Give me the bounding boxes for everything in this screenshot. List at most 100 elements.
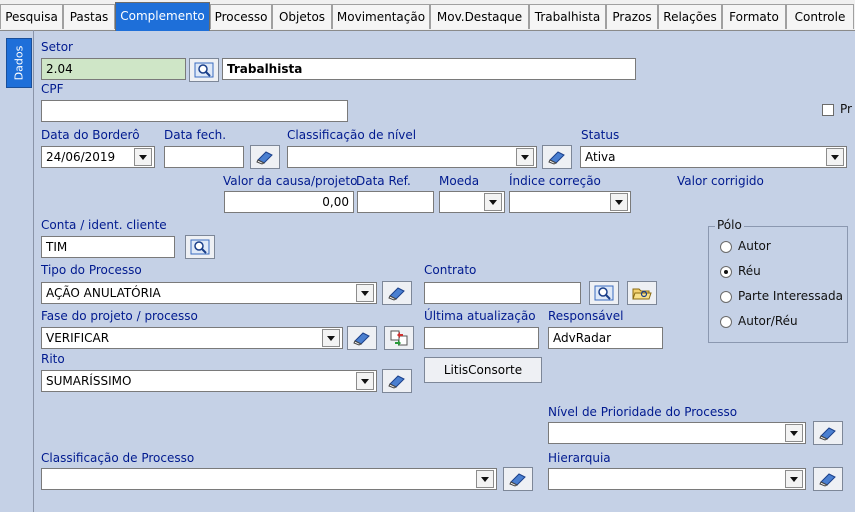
conta-search-button[interactable] (185, 235, 215, 259)
nivel-prioridade-dropdown[interactable] (785, 424, 803, 442)
classificacao-processo-label: Classificação de Processo (41, 451, 195, 465)
data-fech-clear-button[interactable] (250, 145, 280, 169)
magnifier-icon (190, 239, 210, 255)
fase-clear-button[interactable] (347, 326, 377, 350)
eraser-icon (388, 287, 405, 301)
rito-select[interactable]: SUMARÍSSIMO (41, 370, 377, 392)
conta-field[interactable]: TIM (41, 236, 175, 258)
chevron-down-icon (831, 154, 839, 160)
chevron-down-icon (489, 199, 497, 205)
chevron-down-icon (615, 199, 623, 205)
status-label: Status (581, 128, 620, 142)
side-tab-label: Dados (12, 45, 26, 81)
eraser-icon (256, 151, 273, 165)
contrato-field[interactable] (424, 282, 581, 304)
nivel-prioridade-clear-button[interactable] (813, 421, 843, 445)
moeda-dropdown[interactable] (484, 193, 502, 211)
polo-radio-autor[interactable] (720, 241, 732, 253)
tab-prazos[interactable]: Prazos (606, 4, 658, 29)
polo-title: Pólo (715, 218, 744, 232)
hierarquia-dropdown[interactable] (785, 470, 803, 488)
fase-select[interactable]: VERIFICAR (41, 327, 343, 349)
data-fech-label: Data fech. (164, 128, 227, 142)
setor-search-button[interactable] (189, 58, 219, 82)
classificacao-processo-dropdown[interactable] (476, 470, 494, 488)
eraser-icon (819, 427, 836, 441)
side-tab-dados[interactable]: Dados (6, 38, 32, 88)
classificacao-processo-clear-button[interactable] (503, 467, 533, 491)
chevron-down-icon (327, 335, 335, 341)
setor-code-field[interactable]: 2.04 (41, 58, 186, 80)
hierarquia-clear-button[interactable] (813, 467, 843, 491)
data-bordero-dropdown[interactable] (134, 148, 152, 166)
rito-dropdown[interactable] (356, 372, 374, 390)
eraser-icon (819, 473, 836, 487)
contrato-label: Contrato (424, 263, 477, 277)
chevron-down-icon (361, 378, 369, 384)
polo-radio-reu[interactable] (720, 266, 732, 278)
tipo-processo-clear-button[interactable] (382, 281, 412, 305)
polo-option-label: Parte Interessada (738, 289, 843, 303)
chevron-down-icon (790, 476, 798, 482)
eraser-icon (548, 151, 565, 165)
fase-label: Fase do projeto / processo (41, 309, 198, 323)
contrato-open-button[interactable] (627, 281, 657, 305)
tipo-processo-select[interactable]: AÇÃO ANULATÓRIA (41, 282, 377, 304)
classificacao-nivel-dropdown[interactable] (516, 148, 534, 166)
data-bordero-label: Data do Borderô (41, 128, 140, 142)
indice-correcao-label: Índice correção (509, 174, 601, 188)
magnifier-icon (594, 285, 614, 301)
nivel-prioridade-select[interactable] (548, 422, 806, 444)
polo-option-label: Autor (738, 239, 771, 253)
eraser-icon (388, 375, 405, 389)
tab-objetos[interactable]: Objetos (272, 4, 332, 29)
fase-dropdown[interactable] (322, 329, 340, 347)
valor-causa-field[interactable]: 0,00 (224, 191, 354, 213)
chevron-down-icon (361, 290, 369, 296)
valor-corrigido-label: Valor corrigido (677, 174, 764, 188)
chevron-down-icon (790, 430, 798, 436)
chevron-down-icon (521, 154, 529, 160)
cpf-field[interactable] (41, 100, 348, 122)
pr-checkbox-label: Pr (840, 102, 852, 116)
classificacao-processo-select[interactable] (41, 468, 497, 490)
divider (33, 30, 34, 512)
polo-radio-autor-reu[interactable] (720, 316, 732, 328)
magnifier-icon (194, 62, 214, 78)
tipo-processo-label: Tipo do Processo (41, 263, 142, 277)
cpf-label: CPF (41, 82, 64, 96)
ultima-atualizacao-field[interactable] (424, 327, 539, 349)
tab-pesquisa[interactable]: Pesquisa (0, 4, 63, 29)
status-select[interactable]: Ativa (580, 146, 847, 168)
tab-controle[interactable]: Controle (786, 4, 854, 29)
classificacao-nivel-clear-button[interactable] (542, 145, 572, 169)
tab-movimentacao[interactable]: Movimentação (332, 4, 430, 29)
tipo-processo-dropdown[interactable] (356, 284, 374, 302)
tab-relacoes[interactable]: Relações (658, 4, 722, 29)
data-fech-field[interactable] (164, 146, 244, 168)
tab-trabalhista[interactable]: Trabalhista (529, 4, 606, 29)
classificacao-nivel-select[interactable] (287, 146, 537, 168)
responsavel-field[interactable]: AdvRadar (548, 327, 663, 349)
chevron-down-icon (139, 154, 147, 160)
tab-complemento[interactable]: Complemento (115, 2, 210, 31)
status-dropdown[interactable] (826, 148, 844, 166)
polo-radio-parte-interessada[interactable] (720, 291, 732, 303)
pr-checkbox[interactable] (822, 104, 834, 116)
tab-pastas[interactable]: Pastas (63, 4, 115, 29)
indice-correcao-dropdown[interactable] (610, 193, 628, 211)
data-ref-field[interactable] (357, 191, 434, 213)
tab-formato[interactable]: Formato (722, 4, 786, 29)
litisconsorte-button[interactable]: LitisConsorte (424, 357, 542, 383)
hierarquia-select[interactable] (548, 468, 806, 490)
tab-processo[interactable]: Processo (210, 4, 272, 29)
contrato-search-button[interactable] (589, 281, 619, 305)
setor-label: Setor (41, 40, 73, 54)
tab-bar: Pesquisa Pastas Complemento Processo Obj… (0, 0, 855, 31)
polo-option-label: Réu (738, 264, 761, 278)
setor-name-field[interactable]: Trabalhista (222, 58, 636, 80)
fase-transfer-button[interactable] (384, 326, 414, 350)
polo-option-label: Autor/Réu (738, 314, 798, 328)
tab-mov-destaque[interactable]: Mov.Destaque (430, 4, 529, 29)
rito-clear-button[interactable] (382, 369, 412, 393)
